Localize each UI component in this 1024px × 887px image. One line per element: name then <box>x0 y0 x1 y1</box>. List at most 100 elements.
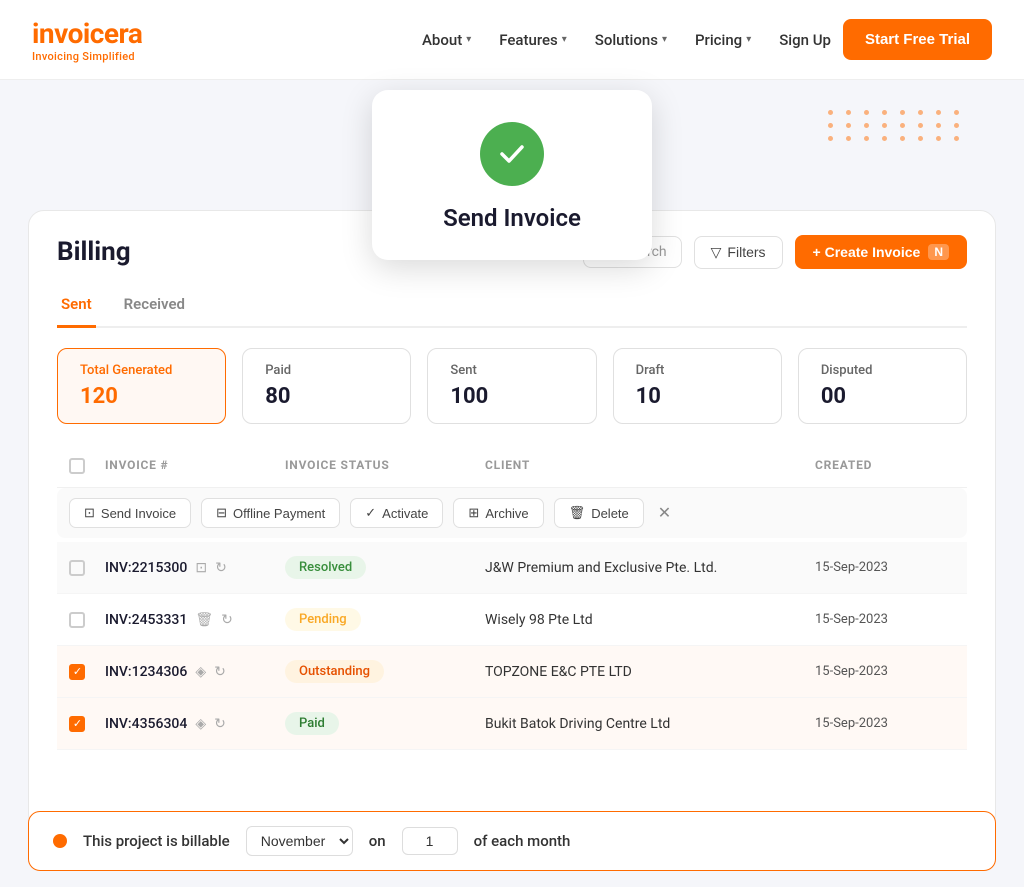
invoice-num-2: INV:2453331 🗑 ↻ <box>105 612 285 628</box>
stat-label-draft: Draft <box>636 363 759 378</box>
chevron-down-icon: ▾ <box>662 34 667 45</box>
chevron-down-icon: ▾ <box>746 34 751 45</box>
client-name-3: TOPZONE E&C PTE LTD <box>485 664 815 680</box>
send-invoice-action-button[interactable]: ⊡ Send Invoice <box>69 498 191 528</box>
logo-name-rest: nvoicera <box>39 17 142 50</box>
stat-total-generated[interactable]: Total Generated 120 <box>57 348 226 424</box>
send-invoice-action-label: Send Invoice <box>101 506 176 521</box>
create-invoice-button[interactable]: + Create Invoice N <box>795 235 967 269</box>
invoice-id-3: INV:1234306 <box>105 664 187 680</box>
nav-item-features[interactable]: Features ▾ <box>499 31 567 49</box>
page-title: Billing <box>57 237 131 267</box>
nav-link-pricing[interactable]: Pricing ▾ <box>695 31 751 49</box>
activate-button[interactable]: ✓ Activate <box>350 498 443 528</box>
invoice-id-4: INV:4356304 <box>105 716 187 732</box>
main-content-card: Billing 🔍 Search ▽ Filters + Create Invo… <box>28 210 996 830</box>
col-invoice-num: INVOICE # <box>105 458 285 477</box>
success-check-circle <box>480 122 544 186</box>
create-invoice-badge: N <box>928 244 949 260</box>
col-client: CLIENT <box>485 458 815 477</box>
invoice-num-4: INV:4356304 ◈ ↻ <box>105 716 285 732</box>
nav-link-signup[interactable]: Sign Up <box>779 31 831 49</box>
stat-paid[interactable]: Paid 80 <box>242 348 411 424</box>
start-free-trial-button[interactable]: Start Free Trial <box>843 19 992 60</box>
trash-icon: 🗑 <box>569 505 586 521</box>
status-cell-4: Paid <box>285 712 485 735</box>
col-invoice-status: INVOICE STATUS <box>285 458 485 477</box>
month-select[interactable]: November January February March December <box>246 826 353 856</box>
close-action-bar-button[interactable]: ✕ <box>658 503 671 523</box>
trash-icon-row[interactable]: 🗑 <box>195 612 213 628</box>
created-date-1: 15-Sep-2023 <box>815 560 955 575</box>
archive-label: Archive <box>485 506 528 521</box>
tabs: Sent Received <box>57 287 967 328</box>
offline-payment-label: Offline Payment <box>233 506 325 521</box>
row-checkbox-2[interactable] <box>69 612 85 628</box>
stat-label-total: Total Generated <box>80 363 203 378</box>
stat-disputed[interactable]: Disputed 00 <box>798 348 967 424</box>
filter-icon: ▽ <box>711 244 722 261</box>
offline-payment-button[interactable]: ⊟ Offline Payment <box>201 498 340 528</box>
send-invoice-popup: Send Invoice <box>372 90 652 260</box>
table-row: INV:2453331 🗑 ↻ Pending Wisely 98 Pte Lt… <box>57 594 967 646</box>
status-cell-1: Resolved <box>285 556 485 579</box>
status-badge-1: Resolved <box>285 556 366 579</box>
chevron-down-icon: ▾ <box>466 34 471 45</box>
decorative-dots-top <box>828 110 964 141</box>
nav-item-about[interactable]: About ▾ <box>422 31 471 49</box>
on-label: on <box>369 832 386 850</box>
refresh-icon[interactable]: ↻ <box>215 560 227 576</box>
table-row: INV:1234306 ◈ ↻ Outstanding TOPZONE E&C … <box>57 646 967 698</box>
orange-dot-indicator <box>53 834 67 848</box>
row-checkbox-1[interactable] <box>69 560 85 576</box>
nav-links: About ▾ Features ▾ Solutions ▾ Pricing ▾… <box>422 31 831 49</box>
nav-item-solutions[interactable]: Solutions ▾ <box>595 31 667 49</box>
status-badge-4: Paid <box>285 712 339 735</box>
invoice-id-1: INV:2215300 <box>105 560 187 576</box>
client-name-2: Wisely 98 Pte Ltd <box>485 612 815 628</box>
action-bar: ⊡ Send Invoice ⊟ Offline Payment ✓ Activ… <box>57 488 967 538</box>
nav-item-pricing[interactable]: Pricing ▾ <box>695 31 751 49</box>
refresh-icon[interactable]: ↻ <box>214 664 226 680</box>
client-name-1: J&W Premium and Exclusive Pte. Ltd. <box>485 560 815 576</box>
bottom-bar: This project is billable November Januar… <box>28 811 996 871</box>
row-checkbox-4[interactable] <box>69 716 85 732</box>
nav-link-solutions[interactable]: Solutions ▾ <box>595 31 667 49</box>
tab-sent[interactable]: Sent <box>57 287 96 328</box>
created-date-4: 15-Sep-2023 <box>815 716 955 731</box>
tab-received[interactable]: Received <box>120 287 189 328</box>
invoice-num-1: INV:2215300 ⊡ ↻ <box>105 560 285 576</box>
nav-link-about[interactable]: About ▾ <box>422 31 471 49</box>
stat-label-disputed: Disputed <box>821 363 944 378</box>
day-input[interactable] <box>402 827 458 855</box>
stats-row: Total Generated 120 Paid 80 Sent 100 Dra… <box>57 348 967 424</box>
logo-area: invoicera Invoicing Simplified <box>32 17 142 63</box>
archive-button[interactable]: ⊞ Archive <box>453 498 543 528</box>
created-date-2: 15-Sep-2023 <box>815 612 955 627</box>
status-cell-2: Pending <box>285 608 485 631</box>
nav-item-signup[interactable]: Sign Up <box>779 31 831 49</box>
status-cell-3: Outstanding <box>285 660 485 683</box>
invoice-num-3: INV:1234306 ◈ ↻ <box>105 664 285 680</box>
copy-icon[interactable]: ⊡ <box>195 560 207 576</box>
diamond-icon[interactable]: ◈ <box>195 664 206 680</box>
nav-link-features[interactable]: Features ▾ <box>499 31 567 49</box>
invoice-id-2: INV:2453331 <box>105 612 187 628</box>
select-all-checkbox[interactable] <box>69 458 85 474</box>
row-checkbox-3[interactable] <box>69 664 85 680</box>
refresh-icon[interactable]: ↻ <box>214 716 226 732</box>
stat-value-disputed: 00 <box>821 384 944 409</box>
col-created: CREATED <box>815 458 955 477</box>
delete-label: Delete <box>591 506 629 521</box>
stat-value-sent: 100 <box>450 384 573 409</box>
logo-text: invoicera <box>32 17 142 50</box>
send-invoice-label: Send Invoice <box>443 204 581 232</box>
delete-button[interactable]: 🗑 Delete <box>554 498 644 528</box>
stat-sent[interactable]: Sent 100 <box>427 348 596 424</box>
refresh-icon[interactable]: ↻ <box>221 612 233 628</box>
stat-value-draft: 10 <box>636 384 759 409</box>
filters-button[interactable]: ▽ Filters <box>694 236 783 269</box>
of-each-month-text: of each month <box>474 832 571 850</box>
diamond-icon[interactable]: ◈ <box>195 716 206 732</box>
stat-draft[interactable]: Draft 10 <box>613 348 782 424</box>
